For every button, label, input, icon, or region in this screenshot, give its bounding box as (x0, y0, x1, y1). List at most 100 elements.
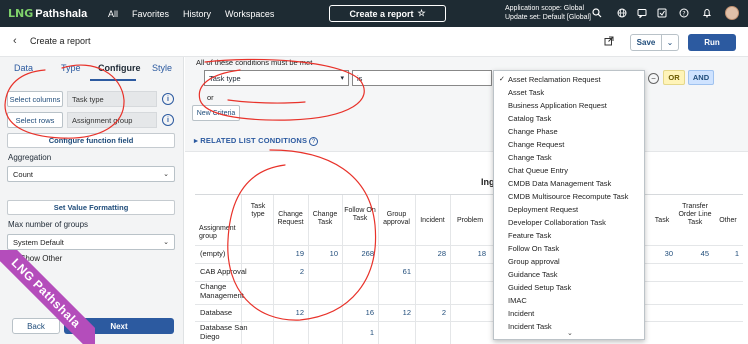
max-groups-select[interactable]: System Default ⌄ (7, 234, 175, 250)
column-header[interactable]: Change Request (273, 211, 308, 227)
step-tabs: Data Type Configure Style (0, 63, 184, 79)
dropdown-option[interactable]: IMAC (494, 294, 644, 307)
table-cell[interactable]: 16 (342, 308, 374, 317)
column-header[interactable]: Transfer Order Line Task (678, 203, 712, 227)
select-columns-button[interactable]: Select columns (7, 91, 63, 107)
table-cell[interactable]: 1 (713, 249, 739, 258)
table-cell[interactable]: 28 (415, 249, 446, 258)
column-header[interactable]: Task (647, 217, 677, 225)
back-chevron-icon[interactable]: ‹ (13, 35, 17, 47)
chevron-down-icon: ⌄ (163, 239, 169, 246)
dropdown-option[interactable]: Feature Task (494, 229, 644, 242)
globe-icon[interactable] (617, 8, 627, 21)
dropdown-option[interactable]: Business Application Request (494, 99, 644, 112)
search-icon[interactable] (592, 8, 602, 21)
dropdown-option[interactable]: CMDB Data Management Task (494, 177, 644, 190)
shortcut-icon[interactable] (657, 8, 667, 21)
nav-history[interactable]: History (183, 9, 211, 19)
rows-value: Assignment group (67, 112, 157, 128)
dropdown-option[interactable]: Guided Setup Task (494, 281, 644, 294)
column-header[interactable]: Follow On Task (342, 207, 378, 223)
aggregation-select[interactable]: Count ⌄ (7, 166, 175, 182)
new-criteria-button[interactable]: New Criteria (192, 105, 240, 121)
application-scope[interactable]: Application scope: Global Update set: De… (505, 4, 591, 22)
condition-operator-select[interactable]: is (352, 70, 492, 86)
save-options-chevron-icon[interactable]: ⌄ (662, 34, 679, 51)
rows-info-icon[interactable]: i (162, 114, 174, 126)
column-header[interactable]: Group approval (378, 211, 415, 227)
column-header[interactable]: Other (713, 217, 743, 225)
table-cell[interactable]: 268 (342, 249, 374, 258)
set-value-formatting-button[interactable]: Set Value Formatting (7, 200, 175, 215)
related-list-conditions-toggle[interactable]: ▸ RELATED LIST CONDITIONS (194, 136, 307, 145)
star-icon[interactable]: ☆ (417, 8, 425, 19)
configure-function-field-button[interactable]: Configure function field (7, 133, 175, 148)
tab-type[interactable]: Type (61, 63, 81, 73)
report-header: ‹ Create a report Save ⌄ Run (0, 27, 748, 57)
dropdown-option[interactable]: Chat Queue Entry (494, 164, 644, 177)
table-cell[interactable]: 1 (342, 328, 374, 337)
remove-condition-icon[interactable]: − (648, 73, 659, 84)
run-button[interactable]: Run (688, 34, 736, 51)
column-header[interactable]: Change Task (308, 211, 342, 227)
tab-configure[interactable]: Configure (98, 63, 141, 73)
dropdown-option[interactable]: Group approval (494, 255, 644, 268)
dropdown-option[interactable]: Change Request (494, 138, 644, 151)
or-button[interactable]: OR (663, 70, 685, 85)
dropdown-option[interactable]: Follow On Task (494, 242, 644, 255)
or-label: or (207, 93, 214, 102)
table-cell[interactable]: 2 (273, 267, 304, 276)
table-cell[interactable]: 61 (378, 267, 411, 276)
nav-all[interactable]: All (108, 9, 118, 19)
task-type-dropdown-list[interactable]: Asset Reclamation Request Asset Task Bus… (493, 70, 645, 340)
dropdown-option[interactable]: Change Phase (494, 125, 644, 138)
condition-field-select[interactable]: Task type ▾ (204, 70, 349, 86)
tab-data[interactable]: Data (14, 63, 33, 73)
max-groups-label: Max number of groups (8, 220, 89, 229)
help-icon[interactable]: ? (679, 8, 689, 21)
help-icon[interactable]: ? (309, 137, 318, 146)
save-button[interactable]: Save (630, 34, 662, 51)
select-rows-button[interactable]: Select rows (7, 112, 63, 128)
active-tab-indicator (90, 79, 136, 81)
logo[interactable]: LNG Pathshala (8, 7, 94, 20)
dropdown-option[interactable]: Guidance Task (494, 268, 644, 281)
dropdown-option[interactable]: Deployment Request (494, 203, 644, 216)
table-cell[interactable]: 12 (378, 308, 411, 317)
dropdown-option[interactable]: Developer Collaboration Task (494, 216, 644, 229)
table-cell[interactable]: 2 (415, 308, 446, 317)
notification-bell-icon[interactable] (702, 8, 712, 21)
table-cell[interactable]: 30 (647, 249, 673, 258)
column-header[interactable]: Incident (415, 217, 450, 225)
dropdown-option[interactable]: Incident (494, 307, 644, 320)
dropdown-option[interactable]: Change Task (494, 151, 644, 164)
dropdown-option[interactable]: Asset Task (494, 86, 644, 99)
chevron-down-icon: ▾ (340, 75, 344, 82)
create-report-pill[interactable]: Create a report ☆ (329, 5, 446, 22)
columns-info-icon[interactable]: i (162, 93, 174, 105)
share-icon[interactable] (604, 36, 614, 49)
column-header[interactable]: Problem (450, 217, 490, 225)
table-cell[interactable]: 19 (273, 249, 304, 258)
table-cell[interactable]: 45 (678, 249, 709, 258)
user-avatar[interactable] (725, 6, 739, 20)
scroll-down-chevron-icon[interactable]: ⌄ (567, 329, 573, 337)
logo-mark: LNG (8, 7, 34, 20)
svg-text:?: ? (682, 10, 685, 17)
dropdown-option[interactable]: CMDB Multisource Recompute Task (494, 190, 644, 203)
create-report-label: Create a report (349, 8, 414, 19)
dropdown-option[interactable]: Asset Reclamation Request (494, 73, 644, 86)
table-cell[interactable]: 10 (308, 249, 338, 258)
scope-line: Application scope: Global (505, 5, 584, 12)
table-cell[interactable]: 12 (273, 308, 304, 317)
nav-favorites[interactable]: Favorites (132, 9, 169, 19)
nav-workspaces[interactable]: Workspaces (225, 9, 274, 19)
table-cell[interactable]: 18 (450, 249, 486, 258)
tab-style[interactable]: Style (152, 63, 172, 73)
connect-chat-icon[interactable] (637, 8, 647, 21)
and-button[interactable]: AND (688, 70, 714, 85)
dropdown-option[interactable]: Catalog Task (494, 112, 644, 125)
condition-field-value: Task type (209, 73, 241, 83)
row-label: Database San Diego (200, 323, 248, 341)
row-divider (195, 304, 743, 305)
